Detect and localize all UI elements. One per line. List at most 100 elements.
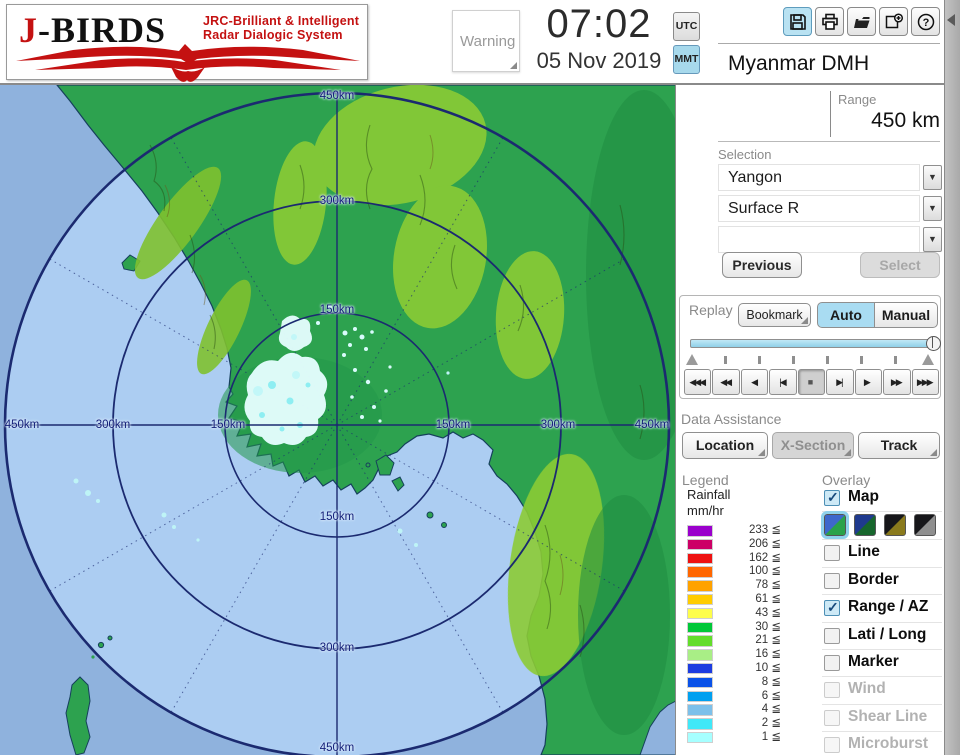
map-style-swatch[interactable] bbox=[884, 514, 906, 536]
legend-swatch bbox=[687, 539, 713, 551]
slider-tick bbox=[724, 356, 727, 364]
fast-forward-button[interactable]: ▶▶ bbox=[883, 369, 910, 395]
mmt-button[interactable]: MMT bbox=[673, 45, 700, 74]
product-dropdown[interactable]: Surface R ▼ bbox=[718, 195, 942, 222]
site-dropdown[interactable]: Yangon ▼ bbox=[718, 164, 942, 191]
legend-row: 4 ≦ bbox=[687, 703, 797, 717]
map-style-swatch[interactable] bbox=[824, 514, 846, 536]
ring-label: 450km bbox=[320, 90, 355, 102]
map-style-swatch[interactable] bbox=[854, 514, 876, 536]
logo-tagline: JRC-Brilliant & Intelligent Radar Dialog… bbox=[203, 14, 359, 42]
product-dropdown-value[interactable]: Surface R bbox=[718, 195, 920, 222]
add-image-button[interactable] bbox=[879, 7, 908, 36]
chevron-down-icon[interactable]: ▼ bbox=[923, 196, 942, 221]
help-button[interactable]: ? bbox=[911, 7, 940, 36]
legend-row: 10 ≦ bbox=[687, 662, 797, 676]
ring-label: 450km bbox=[635, 419, 670, 431]
overlay-row-line[interactable]: Line bbox=[822, 540, 942, 567]
selection-label: Selection bbox=[718, 147, 771, 162]
replay-group: Replay Bookmark Auto Manual ◀◀◀ ◀◀ ◀ |◀ … bbox=[679, 295, 941, 399]
legend-row: 1 ≦ bbox=[687, 731, 797, 745]
slider-tick bbox=[860, 356, 863, 364]
warning-button[interactable]: Warning bbox=[452, 10, 520, 72]
map-style-swatch[interactable] bbox=[914, 514, 936, 536]
checkbox-map[interactable] bbox=[824, 490, 840, 506]
fastest-forward-button[interactable]: ▶▶▶ bbox=[912, 369, 939, 395]
overlay-row-microburst: Microburst bbox=[822, 732, 942, 755]
save-button[interactable] bbox=[783, 7, 812, 36]
ring-label: 300km bbox=[320, 642, 355, 654]
checkbox-shear-line bbox=[824, 710, 840, 726]
overlay-row-marker[interactable]: Marker bbox=[822, 650, 942, 677]
step-back-button[interactable]: |◀ bbox=[769, 369, 796, 395]
overlay-row-map[interactable]: Map bbox=[822, 485, 942, 512]
warning-label: Warning bbox=[460, 33, 515, 50]
auto-button[interactable]: Auto bbox=[817, 302, 875, 328]
replay-slider[interactable] bbox=[690, 339, 934, 348]
jbirds-logo: J-BIRDS JRC-Brilliant & Intelligent Rada… bbox=[6, 4, 368, 80]
checkbox-border[interactable] bbox=[824, 573, 840, 589]
clock-date: 05 Nov 2019 bbox=[524, 48, 674, 74]
option-dropdown[interactable]: ▼ bbox=[718, 226, 942, 253]
slider-start-marker bbox=[686, 354, 698, 365]
checkbox-lati-long[interactable] bbox=[824, 628, 840, 644]
legend-swatch bbox=[687, 649, 713, 661]
slider-tick bbox=[792, 356, 795, 364]
legend-swatch bbox=[687, 594, 713, 606]
legend-row: 233 ≦ bbox=[687, 524, 797, 538]
rewind-button[interactable]: ◀◀ bbox=[712, 369, 739, 395]
overlay-row-wind: Wind bbox=[822, 677, 942, 704]
legend-swatch bbox=[687, 691, 713, 703]
checkbox-marker[interactable] bbox=[824, 655, 840, 671]
overlay-row-range-az[interactable]: Range / AZ bbox=[822, 595, 942, 622]
step-forward-button[interactable]: ▶| bbox=[826, 369, 853, 395]
help-icon: ? bbox=[916, 12, 936, 32]
legend-row: 2 ≦ bbox=[687, 717, 797, 731]
overlay-row-border[interactable]: Border bbox=[822, 568, 942, 595]
option-dropdown-value[interactable] bbox=[718, 226, 920, 253]
control-panel: Myanmar DMH Range 450 km Selection Yango… bbox=[676, 85, 944, 755]
xsection-button[interactable]: X-Section bbox=[772, 432, 854, 459]
legend-swatch bbox=[687, 635, 713, 647]
play-reverse-button[interactable]: ◀ bbox=[741, 369, 768, 395]
play-button[interactable]: ▶ bbox=[855, 369, 882, 395]
stop-button[interactable]: ■ bbox=[798, 369, 825, 395]
panel-scrollbar[interactable] bbox=[944, 0, 960, 755]
collapse-panel-icon[interactable] bbox=[947, 14, 955, 26]
checkbox-range-az[interactable] bbox=[824, 600, 840, 616]
chevron-down-icon[interactable]: ▼ bbox=[923, 165, 942, 190]
overlay-row-lati-long[interactable]: Lati / Long bbox=[822, 623, 942, 650]
save-icon bbox=[788, 12, 808, 32]
radar-map[interactable]: 450km 300km 150km 450km 300km 150km 150k… bbox=[0, 85, 676, 755]
legend-label: Legend bbox=[682, 472, 729, 488]
legend-row: 100 ≦ bbox=[687, 565, 797, 579]
bookmark-button[interactable]: Bookmark bbox=[738, 303, 811, 327]
select-button[interactable]: Select bbox=[860, 252, 940, 278]
location-button[interactable]: Location bbox=[682, 432, 768, 459]
track-button[interactable]: Track bbox=[858, 432, 940, 459]
previous-button[interactable]: Previous bbox=[722, 252, 802, 278]
print-button[interactable] bbox=[815, 7, 844, 36]
fast-rewind-button[interactable]: ◀◀◀ bbox=[684, 369, 711, 395]
manual-button[interactable]: Manual bbox=[875, 302, 938, 328]
slider-tick bbox=[826, 356, 829, 364]
svg-text:?: ? bbox=[923, 17, 930, 29]
open-folder-button[interactable] bbox=[847, 7, 876, 36]
slider-end-marker bbox=[922, 354, 934, 365]
chevron-down-icon[interactable]: ▼ bbox=[923, 227, 942, 252]
rainfall-legend: 233 ≦ 206 ≦ 162 ≦ 100 ≦ 78 ≦ 61 ≦ 43 ≦ 3… bbox=[687, 524, 797, 745]
slider-tick bbox=[758, 356, 761, 364]
legend-swatch bbox=[687, 663, 713, 675]
range-label: Range bbox=[838, 92, 876, 107]
legend-swatch bbox=[687, 608, 713, 620]
legend-row: 78 ≦ bbox=[687, 579, 797, 593]
checkbox-line[interactable] bbox=[824, 545, 840, 561]
legend-row: 61 ≦ bbox=[687, 593, 797, 607]
replay-slider-handle[interactable] bbox=[926, 336, 941, 351]
replay-label: Replay bbox=[689, 302, 733, 318]
legend-row: 43 ≦ bbox=[687, 607, 797, 621]
print-icon bbox=[820, 12, 840, 32]
eagle-icon bbox=[13, 43, 363, 83]
utc-button[interactable]: UTC bbox=[673, 12, 700, 41]
site-dropdown-value[interactable]: Yangon bbox=[718, 164, 920, 191]
